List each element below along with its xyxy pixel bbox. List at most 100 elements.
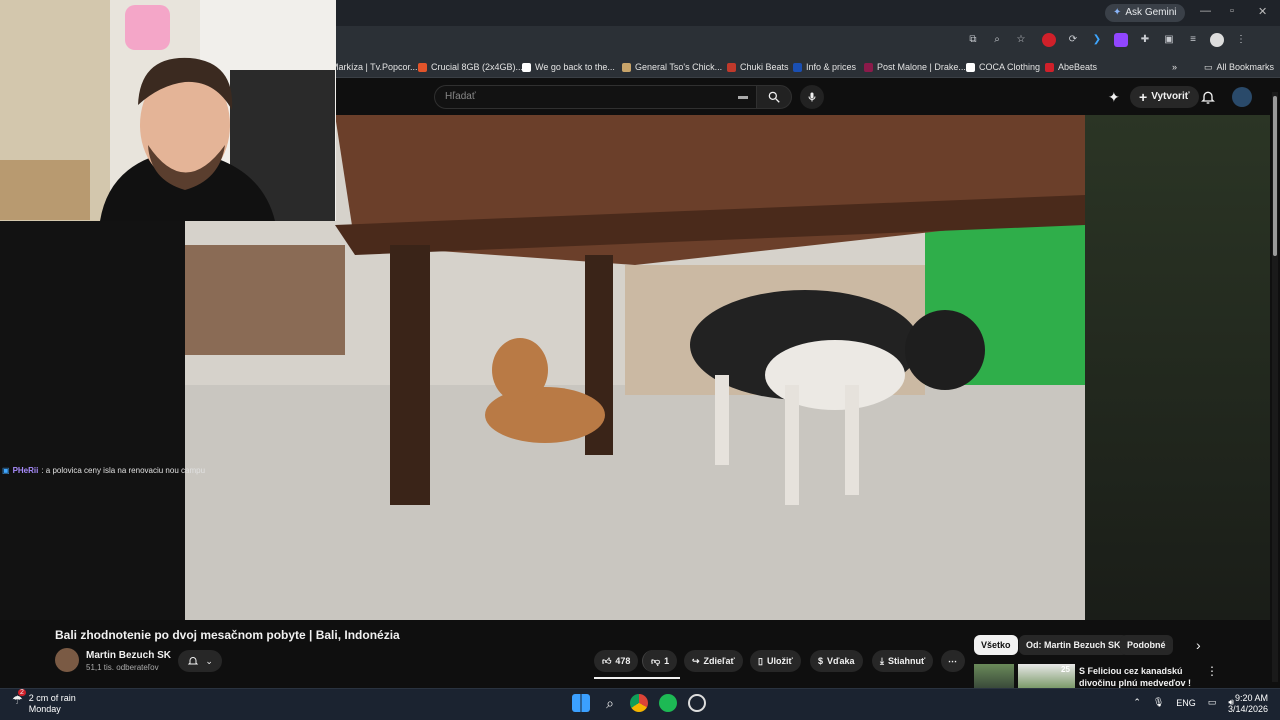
media-control-icon[interactable]: ≡	[1186, 33, 1200, 47]
bookmark-icon: ▯	[758, 656, 763, 666]
like-count: 478	[615, 656, 631, 666]
chip-0[interactable]: Všetko	[974, 635, 1018, 655]
extension-red-icon[interactable]	[1042, 33, 1056, 47]
language-indicator[interactable]: ENG	[1176, 698, 1196, 708]
bookmark-favicon-icon	[418, 62, 427, 72]
bookmark-label: General Tso's Chick...	[635, 62, 723, 72]
taskbar-search-icon[interactable]: ⌕	[601, 694, 619, 712]
bookmark-item[interactable]: Info & prices	[793, 60, 856, 74]
chevron-down-icon: ⌄	[205, 655, 213, 666]
chips-next-icon[interactable]: ›	[1196, 637, 1201, 653]
thanks-label: Vďaka	[827, 656, 855, 666]
voice-search-button[interactable]	[800, 85, 824, 109]
bookmark-item[interactable]: Chuki Beats	[727, 60, 789, 74]
chrome-icon[interactable]	[630, 694, 648, 712]
create-label: Vytvoriť	[1151, 91, 1190, 102]
microphone-icon	[808, 92, 816, 102]
all-bookmarks-button[interactable]: ▭ All Bookmarks	[1204, 60, 1274, 74]
search-icon	[768, 91, 780, 103]
weather-badge: 2	[18, 689, 26, 696]
more-actions-button[interactable]: ⋯	[941, 650, 965, 672]
extension-twitch-icon[interactable]	[1114, 33, 1128, 47]
save-button[interactable]: ▯ Uložiť	[750, 650, 801, 672]
display-icon[interactable]: ▭	[1208, 697, 1217, 708]
download-button[interactable]: ⤓ Stiahnuť	[872, 650, 934, 672]
search-input[interactable]: Hľadať ▬	[434, 85, 756, 109]
profile-avatar-icon[interactable]	[1210, 33, 1224, 47]
chip-2[interactable]: Podobné	[1120, 635, 1173, 655]
bookmarks-overflow-icon[interactable]: »	[1172, 60, 1177, 74]
chat-badge-icon: ▣	[2, 466, 10, 475]
bookmark-item[interactable]: Crucial 8GB (2x4GB)...	[418, 60, 523, 74]
weather-widget[interactable]: ☂ 2 2 cm of rain Monday	[12, 689, 76, 715]
extensions-puzzle-icon[interactable]: ✚	[1138, 33, 1152, 47]
video-title: Bali zhodnotenie po dvoj mesačnom pobyte…	[55, 628, 400, 642]
sidepanel-icon[interactable]: ▣	[1162, 33, 1176, 47]
thumbs-down-icon: 👎︎	[651, 656, 661, 666]
save-label: Uložiť	[766, 656, 793, 666]
gemini-sparkle-icon[interactable]: ✦	[1108, 89, 1120, 106]
app-icon[interactable]	[688, 694, 706, 712]
channel-avatar[interactable]	[55, 648, 79, 672]
extension-arrows-icon[interactable]: ⟳	[1066, 33, 1080, 47]
tray-microphone-icon[interactable]: 🎙︎	[1153, 697, 1164, 708]
omnibox-icons: ⧉ ⌕ ☆	[966, 33, 1028, 47]
like-button[interactable]: 👍︎ 478	[594, 650, 639, 672]
bookmark-item[interactable]: We go back to the...	[522, 60, 615, 74]
clock-date: 3/14/2026	[1227, 704, 1268, 714]
chat-message: ▣ PHeRii : a polovica ceny isla na renov…	[2, 466, 205, 475]
minimize-icon[interactable]: —	[1200, 5, 1211, 17]
bookmark-label: We go back to the...	[535, 62, 615, 72]
taskbar-clock[interactable]: 9:20 AM 3/14/2026	[1228, 693, 1268, 715]
account-avatar[interactable]	[1232, 87, 1252, 107]
search-button[interactable]	[756, 85, 792, 109]
share-button[interactable]: ↪ Zdieľať	[684, 650, 743, 672]
bookmark-item[interactable]: COCA Clothing	[966, 60, 1040, 74]
rain-icon: ☂ 2	[12, 689, 26, 707]
channel-subscribers: 51,1 tis. odberateľov	[86, 663, 159, 672]
ask-gemini-label: Ask Gemini	[1125, 7, 1177, 18]
extension-icons: ⟳ ❯ ✚ ▣ ≡ ⋮	[1042, 33, 1248, 47]
recommendation-menu-icon[interactable]: ⋮	[1206, 664, 1218, 678]
create-button[interactable]: + Vytvoriť	[1130, 86, 1199, 108]
bookmark-item[interactable]: Post Malone | Drake...	[864, 60, 966, 74]
windows-start-icon[interactable]	[572, 694, 590, 712]
extension-blue-icon[interactable]: ❯	[1090, 33, 1104, 47]
chat-text: : a polovica ceny isla na renovaciu nou …	[41, 466, 206, 475]
recommendation-thumbnail-partial[interactable]	[974, 664, 1014, 688]
taskbar-apps: ⌕	[572, 694, 706, 712]
scrollbar-thumb[interactable]	[1273, 96, 1277, 256]
spotify-icon[interactable]	[659, 694, 677, 712]
search-placeholder: Hľadať	[445, 91, 476, 102]
bookmark-label: AbeBeats	[1058, 62, 1098, 72]
keyboard-icon[interactable]: ▬	[738, 86, 748, 108]
chip-1[interactable]: Od: Martin Bezuch SK	[1019, 635, 1128, 655]
bell-icon	[187, 657, 199, 665]
close-icon[interactable]: ✕	[1258, 5, 1267, 18]
ask-gemini-button[interactable]: ✦ Ask Gemini	[1105, 4, 1185, 22]
notifications-bell-icon[interactable]	[1200, 89, 1216, 105]
restore-icon[interactable]: ▫	[1230, 5, 1234, 17]
bookmark-item[interactable]: AbeBeats	[1045, 60, 1097, 74]
chat-username: PHeRii	[12, 466, 39, 475]
bookmark-label: Chuki Beats	[740, 62, 789, 72]
gemini-icon: ✦	[1113, 7, 1122, 18]
star-icon[interactable]: ☆	[1014, 33, 1028, 47]
thanks-button[interactable]: $ Vďaka	[810, 650, 863, 672]
download-label: Stiahnuť	[887, 656, 926, 666]
bookmark-label: Post Malone | Drake...	[877, 62, 966, 72]
bookmark-favicon-icon	[522, 62, 531, 72]
bookmark-label: Info & prices	[806, 62, 857, 72]
dislike-button[interactable]: 👎︎ 1	[642, 650, 678, 672]
bookmark-item[interactable]: General Tso's Chick...	[622, 60, 722, 74]
zoom-icon[interactable]: ⌕	[990, 33, 1004, 47]
recommendation-duration: 25	[1061, 665, 1070, 674]
tray-chevron-up-icon[interactable]: ⌃	[1133, 697, 1141, 708]
cast-icon[interactable]: ⧉	[966, 33, 980, 47]
channel-name[interactable]: Martin Bezuch SK	[86, 650, 171, 661]
subscription-bell-button[interactable]: ⌄	[178, 650, 222, 672]
bookmark-favicon-icon	[793, 62, 802, 72]
more-horizontal-icon: ⋯	[948, 656, 957, 666]
menu-kebab-icon[interactable]: ⋮	[1234, 33, 1248, 47]
bookmark-favicon-icon	[622, 62, 631, 72]
